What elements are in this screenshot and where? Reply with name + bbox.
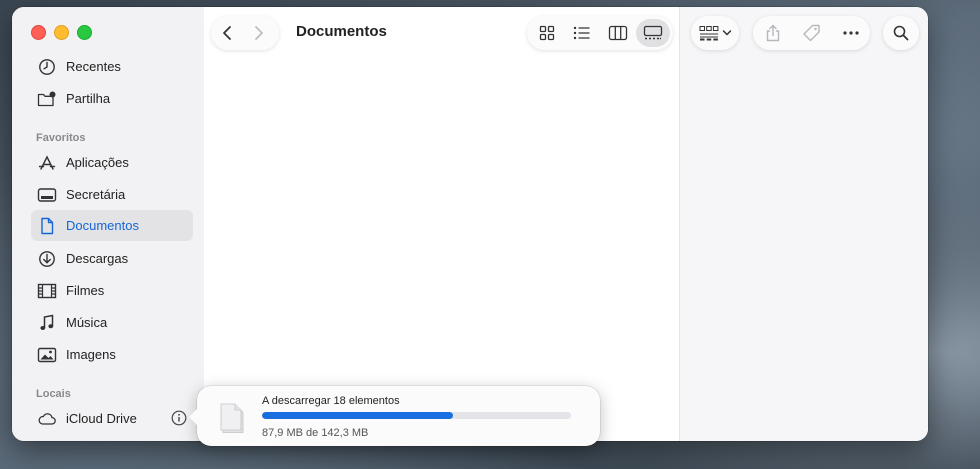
- sidebar-item-label: Recentes: [66, 59, 121, 74]
- sidebar-item-label: Documentos: [66, 218, 139, 233]
- sidebar-item-label: Secretária: [66, 187, 126, 202]
- download-title: A descarregar 18 elementos: [262, 395, 400, 407]
- columns-icon: [608, 25, 627, 41]
- download-status: 87,9 MB de 142,3 MB: [262, 427, 369, 439]
- chevron-left-icon: [223, 26, 231, 40]
- sidebar: Recentes Partilha Favoritos Aplicações S…: [12, 7, 204, 441]
- section-label-locais: Locais: [36, 388, 71, 400]
- applications-icon: [37, 153, 57, 173]
- popover-arrow: [189, 408, 198, 426]
- share-icon: [766, 24, 779, 42]
- clock-icon: [37, 57, 57, 77]
- sidebar-item-documentos[interactable]: Documentos: [31, 210, 193, 241]
- gallery-icon: [643, 25, 663, 40]
- group-by-button[interactable]: [691, 16, 739, 50]
- tag-button[interactable]: [795, 19, 829, 47]
- window-title: Documentos: [296, 23, 387, 40]
- chevron-right-icon: [255, 26, 263, 40]
- sidebar-item-label: Filmes: [66, 283, 105, 298]
- icon-view-button[interactable]: [530, 19, 564, 47]
- chevron-down-icon: [722, 30, 731, 36]
- download-progress-popover: A descarregar 18 elementos 87,9 MB de 14…: [189, 386, 600, 446]
- document-icon: [37, 216, 57, 236]
- finder-window: Recentes Partilha Favoritos Aplicações S…: [12, 7, 928, 441]
- sidebar-item-label: Imagens: [66, 347, 116, 362]
- share-button[interactable]: [756, 19, 790, 47]
- sidebar-item-label: Descargas: [66, 251, 129, 266]
- shared-folder-icon: [37, 89, 57, 109]
- sidebar-item-recentes[interactable]: Recentes: [31, 51, 193, 82]
- sidebar-item-label: iCloud Drive: [66, 411, 137, 426]
- desktop-icon: [37, 185, 57, 205]
- gallery-view-button[interactable]: [635, 19, 670, 47]
- sidebar-item-partilha[interactable]: Partilha: [31, 83, 193, 114]
- music-icon: [37, 313, 57, 333]
- zoom-button[interactable]: [77, 25, 92, 40]
- preview-pane: [679, 7, 928, 441]
- sidebar-item-label: Música: [66, 315, 108, 330]
- forward-button[interactable]: [243, 16, 275, 50]
- back-button[interactable]: [211, 16, 243, 50]
- file-browser-area[interactable]: [204, 7, 679, 441]
- cloud-icon: [37, 409, 57, 429]
- sidebar-item-filmes[interactable]: Filmes: [31, 275, 193, 306]
- film-icon: [37, 281, 57, 301]
- sidebar-item-aplicacoes[interactable]: Aplicações: [31, 147, 193, 178]
- view-mode-switcher: [527, 16, 673, 50]
- column-view-button[interactable]: [601, 19, 635, 47]
- window-controls: [31, 25, 92, 40]
- sidebar-item-label: Partilha: [66, 91, 111, 106]
- sidebar-item-imagens[interactable]: Imagens: [31, 339, 193, 370]
- ellipsis-icon: [842, 31, 859, 35]
- photo-icon: [37, 345, 57, 365]
- actions-toolbar: [753, 16, 870, 50]
- minimize-button[interactable]: [54, 25, 69, 40]
- list-icon: [574, 26, 590, 40]
- group-icon: [699, 26, 718, 41]
- sidebar-item-musica[interactable]: Música: [31, 307, 193, 338]
- document-thumbnail-icon: [219, 400, 247, 439]
- search-icon: [893, 25, 909, 41]
- download-progress-fill: [262, 412, 453, 419]
- sidebar-item-secretaria[interactable]: Secretária: [31, 179, 193, 210]
- list-view-button[interactable]: [565, 19, 599, 47]
- sidebar-item-label: Aplicações: [66, 155, 129, 170]
- download-icon: [37, 249, 57, 269]
- grid-icon: [539, 25, 555, 41]
- download-progress-bar: [262, 412, 571, 419]
- more-options-button[interactable]: [834, 19, 868, 47]
- info-icon[interactable]: [171, 410, 187, 429]
- search-button[interactable]: [883, 16, 919, 50]
- close-button[interactable]: [31, 25, 46, 40]
- navigation-controls: [211, 16, 279, 50]
- sidebar-item-descargas[interactable]: Descargas: [31, 243, 193, 274]
- sidebar-item-icloud-drive[interactable]: iCloud Drive: [31, 403, 193, 434]
- tag-icon: [802, 24, 820, 42]
- section-label-favoritos: Favoritos: [36, 132, 86, 144]
